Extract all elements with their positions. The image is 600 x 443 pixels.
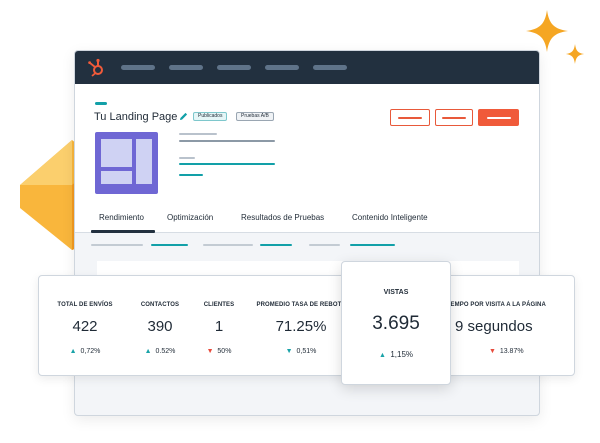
stat-change: ▼ 0,51% [285, 348, 317, 355]
hubspot-sprocket-icon[interactable] [87, 58, 107, 78]
stat-value: 71.25% [275, 318, 327, 335]
sub-tab-placeholder[interactable] [350, 244, 395, 246]
page-thumbnail[interactable] [95, 132, 158, 194]
action-button-1[interactable] [390, 109, 430, 126]
stat-change: ▼ 13.87% [489, 348, 524, 355]
stat-label: CLIENTES [203, 302, 235, 308]
stat-total-envios: TOTAL DE ENVÍOS 422 ▲ 0,72% [43, 276, 127, 377]
status-tag-published: Publicados [193, 112, 228, 121]
stat-value: 3.695 [372, 313, 420, 334]
stat-value: 9 segundos [455, 318, 533, 335]
nav-item-1[interactable] [121, 65, 155, 70]
detail-line [179, 140, 275, 142]
stat-tasa-rebote: PROMEDIO TASA DE REBOTE 71.25% ▼ 0,51% [251, 276, 351, 377]
detail-link-line[interactable] [179, 163, 275, 165]
nav-item-2[interactable] [169, 65, 203, 70]
stat-change: ▲ 0,72% [69, 348, 101, 355]
sub-tab-placeholder[interactable] [151, 244, 188, 246]
stat-label: PROMEDIO TASA DE REBOTE [256, 302, 346, 308]
action-button-2[interactable] [435, 109, 473, 126]
detail-line [179, 157, 195, 159]
nav-item-5[interactable] [313, 65, 347, 70]
sub-tab-placeholder[interactable] [203, 244, 253, 246]
title-accent [95, 102, 107, 105]
stat-value: 390 [147, 318, 173, 335]
tab-bar: Rendimiento Optimización Resultados de P… [75, 211, 539, 233]
tab-contenido[interactable]: Contenido Inteligente [352, 211, 428, 233]
detail-link-line[interactable] [179, 174, 203, 176]
page-title: Tu Landing Page [94, 111, 178, 123]
active-tab-indicator [91, 230, 155, 233]
status-tag-ab-test: Pruebas A/B [236, 112, 274, 121]
nav-item-3[interactable] [217, 65, 251, 70]
stats-panel: TOTAL DE ENVÍOS 422 ▲ 0,72% CONTACTOS 39… [38, 275, 575, 376]
stat-contactos: CONTACTOS 390 ▲ 0.52% [129, 276, 191, 377]
stat-vistas-card: VISTAS 3.695 ▲ 1,15% [341, 261, 451, 385]
top-nav-bar [75, 51, 539, 84]
detail-line [179, 133, 217, 135]
triangle-down-icon: ▼ [206, 348, 214, 355]
stat-label: CONTACTOS [140, 302, 180, 308]
stat-clientes: CLIENTES 1 ▼ 50% [189, 276, 249, 377]
stat-value: 1 [214, 318, 224, 335]
nav-item-4[interactable] [265, 65, 299, 70]
sub-tab-placeholder[interactable] [309, 244, 340, 246]
triangle-down-icon: ▼ [489, 348, 496, 355]
triangle-up-icon: ▲ [69, 348, 77, 355]
sub-tab-placeholder[interactable] [91, 244, 143, 246]
stat-label: VISTAS [383, 289, 409, 296]
pencil-icon[interactable] [178, 111, 189, 122]
page-header: Tu Landing Page Publicados Pruebas A/B R… [75, 84, 539, 233]
tab-resultados[interactable]: Resultados de Pruebas [241, 211, 324, 233]
tab-optimizacion[interactable]: Optimización [167, 211, 213, 233]
stat-change: ▲ 1,15% [378, 350, 414, 359]
triangle-up-icon: ▲ [144, 348, 152, 355]
stat-label: TIEMPO POR VISITA A LA PÁGINA [449, 302, 546, 308]
triangle-down-icon: ▼ [285, 348, 293, 355]
sub-tab-placeholder[interactable] [260, 244, 292, 246]
primary-action-button[interactable] [478, 109, 519, 126]
triangle-up-icon: ▲ [378, 352, 386, 359]
stat-change: ▼ 50% [206, 348, 232, 355]
stat-label: TOTAL DE ENVÍOS [57, 302, 113, 308]
stat-tiempo-visita: TIEMPO POR VISITA A LA PÁGINA 9 segundos… [449, 276, 569, 377]
stat-value: 422 [72, 318, 98, 335]
stat-change: ▲ 0.52% [144, 348, 176, 355]
